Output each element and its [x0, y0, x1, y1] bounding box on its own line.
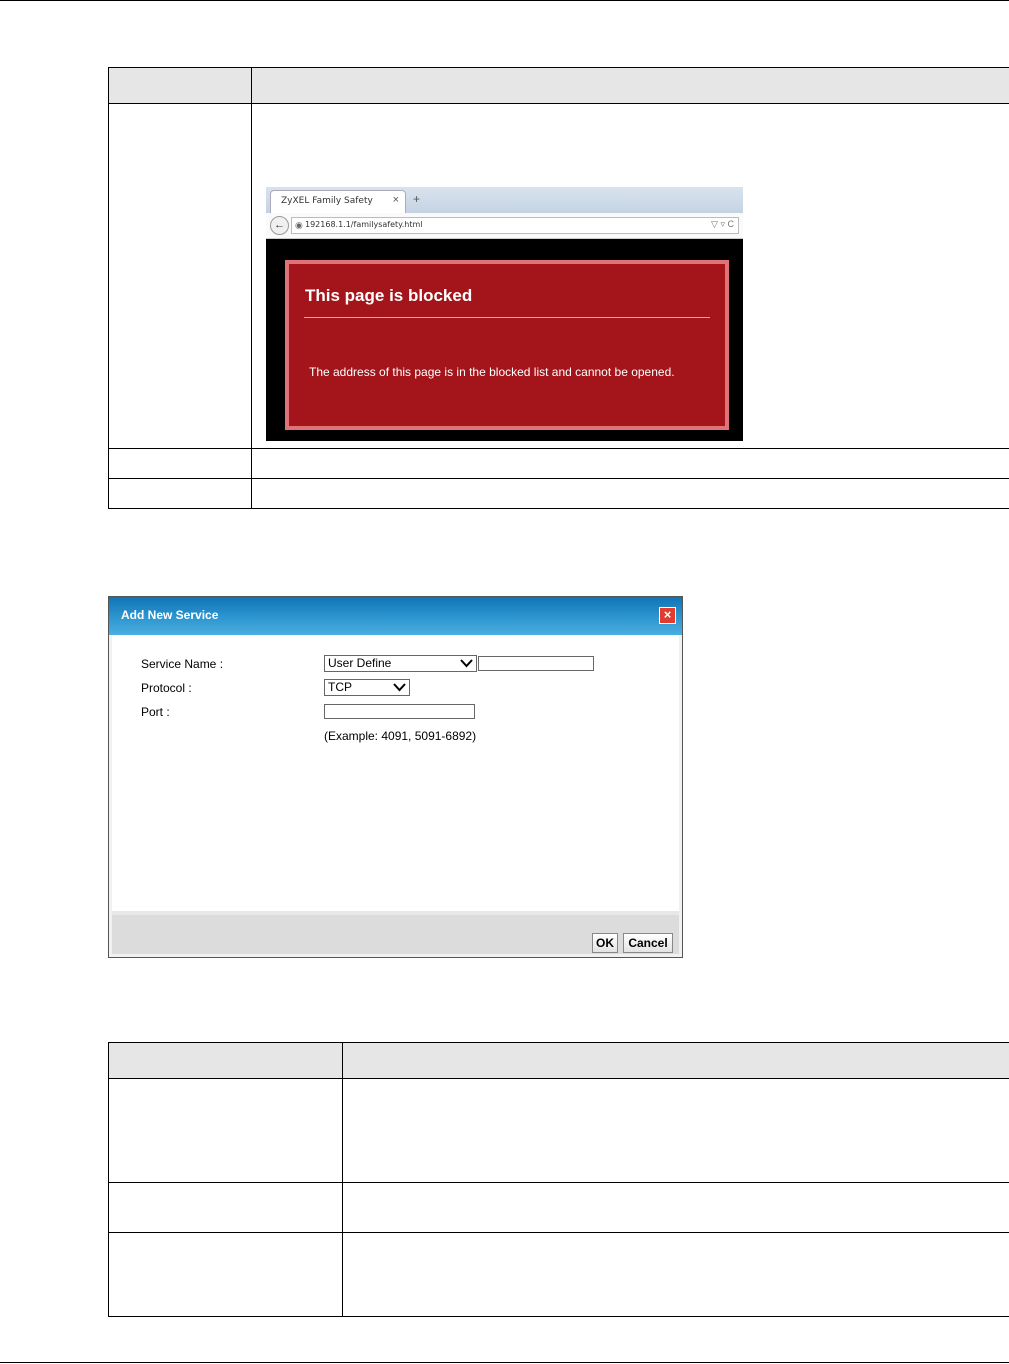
dialog-title-bar: Add New Service ×: [109, 597, 682, 635]
table-header-cell: [342, 1042, 1009, 1079]
globe-icon: ◉: [295, 220, 303, 230]
protocol-select[interactable]: TCP: [324, 679, 410, 696]
browser-tab: ZyXEL Family Safety ×: [270, 190, 406, 213]
table-header-cell: [251, 67, 1009, 104]
cancel-button[interactable]: Cancel: [623, 933, 673, 953]
new-tab-icon: +: [413, 192, 421, 206]
table-cell: [342, 1232, 1009, 1317]
page-bottom-rule: [0, 1362, 1009, 1363]
back-arrow-icon: ←: [270, 216, 289, 235]
dialog-footer: OK Cancel: [112, 911, 679, 954]
service-name-select[interactable]: User Define: [324, 655, 477, 672]
table-cell: [108, 1078, 343, 1183]
table-row: [108, 448, 1009, 479]
blocked-page-screenshot: ZyXEL Family Safety × + ← ◉ 192168.1.1/f…: [266, 187, 743, 441]
table-cell: [108, 103, 252, 449]
label-description-table-2: [108, 1042, 1009, 1317]
dialog-title: Add New Service: [121, 608, 219, 622]
chevron-down-icon: [393, 683, 406, 692]
table-cell: [342, 1182, 1009, 1233]
ok-button[interactable]: OK: [592, 933, 618, 953]
blocked-page-panel: This page is blocked The address of this…: [285, 260, 729, 430]
table-cell: [251, 448, 1009, 479]
table-header-row: [108, 1042, 1009, 1079]
service-name-label: Service Name :: [141, 657, 224, 671]
add-new-service-dialog: Add New Service × Service Name : User De…: [108, 596, 683, 958]
port-label: Port :: [141, 705, 170, 719]
dialog-body: Service Name : User Define Protocol : TC…: [112, 635, 679, 911]
table-row: [108, 478, 1009, 509]
protocol-select-value: TCP: [328, 680, 352, 694]
close-icon[interactable]: ×: [659, 607, 676, 624]
address-bar-url: 192168.1.1/familysafety.html: [305, 220, 423, 229]
service-name-select-value: User Define: [328, 656, 392, 670]
table-row: [108, 1182, 1009, 1233]
table-header-cell: [108, 1042, 343, 1079]
table-header-cell: [108, 67, 252, 104]
browser-nav-bar: ← ◉ 192168.1.1/familysafety.html ▽ ▿ C: [266, 213, 743, 239]
table-row: [108, 1232, 1009, 1317]
table-cell: [251, 478, 1009, 509]
port-input[interactable]: [324, 704, 475, 719]
divider: [304, 317, 710, 318]
tab-close-icon: ×: [392, 194, 399, 206]
table-cell: [108, 1232, 343, 1317]
chevron-down-icon: [460, 659, 473, 668]
table-cell: [108, 478, 252, 509]
address-bar: ◉ 192168.1.1/familysafety.html ▽ ▿ C: [291, 217, 739, 234]
blocked-page-message: The address of this page is in the block…: [309, 365, 675, 379]
address-bar-controls-icon: ▽ ▿ C: [711, 219, 734, 229]
protocol-label: Protocol :: [141, 681, 192, 695]
table-cell: [108, 1182, 343, 1233]
table-header-row: [108, 67, 1009, 104]
browser-tab-bar: ZyXEL Family Safety × +: [266, 187, 743, 213]
browser-tab-title: ZyXEL Family Safety: [281, 196, 373, 206]
port-example-hint: (Example: 4091, 5091-6892): [324, 729, 477, 743]
table-cell: [342, 1078, 1009, 1183]
table-row: [108, 1078, 1009, 1183]
page-top-rule: [0, 0, 1009, 1]
table-cell: [108, 448, 252, 479]
blocked-page-heading: This page is blocked: [305, 286, 473, 305]
service-name-input[interactable]: [478, 656, 594, 671]
